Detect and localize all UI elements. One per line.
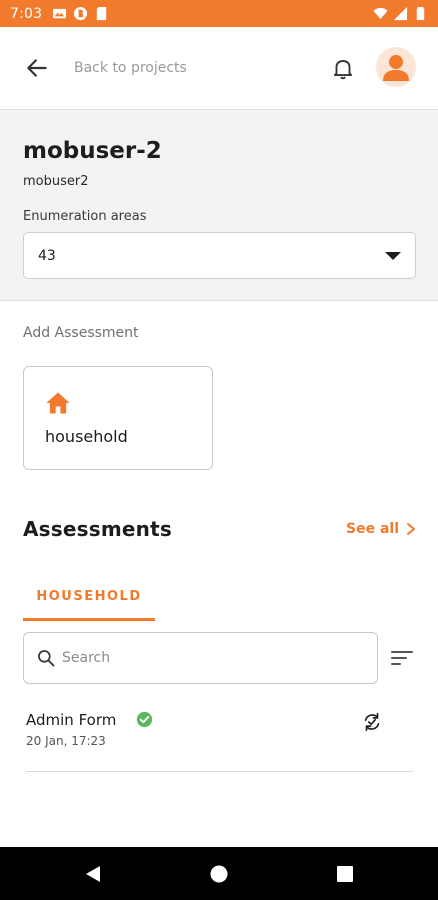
search-box xyxy=(23,632,378,684)
gallery-icon xyxy=(53,8,67,19)
sort-button[interactable] xyxy=(390,648,414,668)
add-household-card[interactable]: household xyxy=(23,366,213,470)
wifi-icon xyxy=(373,7,388,20)
user-avatar-icon xyxy=(383,55,409,81)
app-bar: Back to projects xyxy=(0,27,438,109)
avatar[interactable] xyxy=(376,47,416,87)
add-household-card-label: household xyxy=(45,427,128,446)
add-assessment-label: Add Assessment xyxy=(23,325,139,341)
nav-home-icon[interactable] xyxy=(208,863,230,885)
assessment-title: Admin Form xyxy=(26,711,117,729)
search-icon xyxy=(38,650,55,667)
navigation-bar xyxy=(0,847,438,900)
chevron-right-icon xyxy=(407,523,415,535)
nav-back-icon[interactable] xyxy=(82,863,104,885)
search-input[interactable] xyxy=(62,650,352,666)
tab-household[interactable]: HOUSEHOLD xyxy=(23,574,155,621)
assessment-row[interactable]: Admin Form 20 Jan, 17:23 xyxy=(26,700,413,772)
battery-icon xyxy=(416,6,425,21)
check-circle-icon xyxy=(136,711,153,728)
see-all-link[interactable]: See all xyxy=(346,521,417,537)
user-panel: mobuser-2 mobuser2 Enumeration areas 43 xyxy=(0,109,438,301)
bell-icon xyxy=(333,60,353,80)
assessments-title: Assessments xyxy=(23,517,172,541)
circle-b-icon xyxy=(74,6,88,21)
user-name: mobuser-2 xyxy=(23,138,162,164)
see-all-label: See all xyxy=(346,521,399,537)
sort-icon xyxy=(391,651,413,665)
home-icon xyxy=(46,392,70,414)
status-bar: 7:03 xyxy=(0,0,438,27)
back-button[interactable] xyxy=(22,53,52,83)
back-to-projects-link[interactable]: Back to projects xyxy=(74,60,187,76)
sync-icon[interactable] xyxy=(361,711,383,733)
status-icons-right xyxy=(373,6,428,21)
assessment-date: 20 Jan, 17:23 xyxy=(26,734,106,748)
enumeration-areas-value: 43 xyxy=(38,247,56,264)
enumeration-areas-label: Enumeration areas xyxy=(23,209,147,224)
dropdown-caret-icon xyxy=(385,251,401,260)
signal-icon xyxy=(393,6,408,21)
status-icons-left xyxy=(52,6,109,21)
notifications-button[interactable] xyxy=(330,55,356,81)
sd-card-icon xyxy=(97,6,107,21)
user-username: mobuser2 xyxy=(23,174,89,189)
nav-recents-icon[interactable] xyxy=(334,863,356,885)
back-arrow-icon xyxy=(27,59,47,77)
enumeration-areas-select[interactable]: 43 xyxy=(23,232,416,279)
tab-household-label: HOUSEHOLD xyxy=(36,588,142,604)
status-time: 7:03 xyxy=(10,5,43,22)
screen: 7:03 Back to projects mobuser-2 mobuser2… xyxy=(0,0,438,900)
